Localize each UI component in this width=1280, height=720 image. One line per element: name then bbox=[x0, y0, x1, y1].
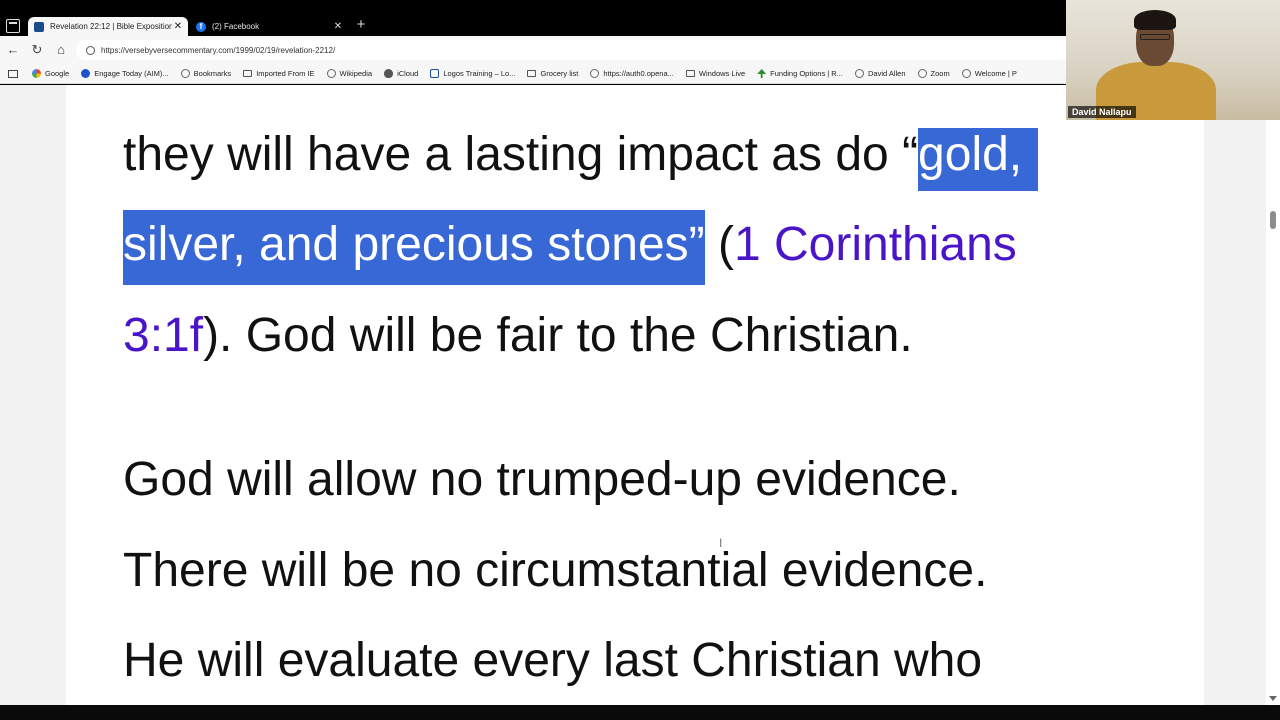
tab-actions-icon[interactable] bbox=[6, 19, 20, 33]
text-cursor-icon: I bbox=[719, 536, 723, 550]
scripture-link-3-1f[interactable]: 3:1f bbox=[123, 309, 203, 362]
page-scrollbar[interactable] bbox=[1266, 85, 1280, 705]
globe-icon bbox=[180, 69, 190, 78]
tab-revelation[interactable]: Revelation 22:12 | Bible Exposition ✕ bbox=[28, 17, 188, 36]
facebook-favicon-icon: f bbox=[196, 21, 206, 32]
bookmark-logos-training[interactable]: Logos Training – Lo... bbox=[430, 69, 515, 78]
tab-facebook[interactable]: f (2) Facebook ✕ bbox=[190, 17, 348, 36]
close-icon[interactable]: ✕ bbox=[332, 21, 344, 32]
bookmark-funding-options[interactable]: Funding Options | R... bbox=[757, 69, 843, 78]
leaf-icon bbox=[757, 69, 767, 78]
bookmark-bookmarks[interactable]: Bookmarks bbox=[180, 69, 231, 78]
article-line-5: There will be no circumstantial evidence… bbox=[123, 544, 988, 597]
scroll-down-icon[interactable] bbox=[1269, 696, 1277, 701]
logos-icon bbox=[430, 69, 440, 78]
webcam-video-tile: David Nallapu bbox=[1066, 0, 1280, 120]
address-bar[interactable]: https://versebyversecommentary.com/1999/… bbox=[76, 40, 1068, 60]
bookmark-imported-from-ie[interactable]: Imported From IE bbox=[243, 69, 315, 78]
globe-icon bbox=[854, 69, 864, 78]
bookmark-zoom[interactable]: Zoom bbox=[917, 69, 950, 78]
folder-icon bbox=[243, 70, 253, 77]
bookmark-david-allen[interactable]: David Allen bbox=[854, 69, 906, 78]
article-line-3: 3:1f). God will be fair to the Christian… bbox=[123, 309, 913, 362]
globe-icon bbox=[590, 69, 600, 78]
browser-toolbar: ← ↻ ⌂ https://versebyversecommentary.com… bbox=[0, 36, 1068, 64]
reload-icon[interactable]: ↻ bbox=[30, 43, 44, 57]
bookmark-grocery-list[interactable]: Grocery list bbox=[527, 69, 578, 78]
home-icon[interactable]: ⌂ bbox=[54, 43, 68, 57]
folder-icon bbox=[527, 70, 537, 77]
bookmark-wikipedia[interactable]: Wikipedia bbox=[326, 69, 372, 78]
folder-icon bbox=[685, 70, 695, 77]
url-text: https://versebyversecommentary.com/1999/… bbox=[101, 45, 336, 55]
aim-icon bbox=[81, 69, 91, 78]
tab-title: Revelation 22:12 | Bible Exposition bbox=[50, 22, 172, 31]
page-viewport: they will have a lasting impact as do “g… bbox=[0, 85, 1280, 705]
bookmarks-bar: Google Engage Today (AIM)... Bookmarks I… bbox=[0, 64, 1068, 84]
bookmark-engage-today[interactable]: Engage Today (AIM)... bbox=[81, 69, 169, 78]
article-line-1: they will have a lasting impact as do “g… bbox=[123, 125, 1039, 191]
scripture-link-1-corinthians[interactable]: 1 Corinthians bbox=[734, 218, 1017, 271]
bible-favicon-icon bbox=[34, 21, 44, 32]
article-line-2: silver, and precious stones” (1 Corinthi… bbox=[123, 210, 1017, 285]
article-line-6: He will evaluate every last Christian wh… bbox=[123, 634, 983, 687]
zoom-watermark: zoom bbox=[1098, 648, 1181, 681]
article-body: they will have a lasting impact as do “g… bbox=[66, 85, 1204, 705]
bookmark-welcome[interactable]: Welcome | P bbox=[961, 69, 1017, 78]
selected-text[interactable]: gold, bbox=[918, 128, 1039, 191]
globe-icon bbox=[326, 69, 336, 78]
sidebar-toggle-icon[interactable] bbox=[8, 69, 18, 78]
participant-video bbox=[1140, 34, 1170, 40]
bookmark-icloud[interactable]: iCloud bbox=[384, 69, 418, 78]
scrollbar-thumb[interactable] bbox=[1270, 211, 1276, 229]
close-icon[interactable]: ✕ bbox=[172, 21, 184, 32]
selected-text[interactable]: silver, and precious stones” bbox=[123, 210, 705, 285]
participant-name-label: David Nallapu bbox=[1068, 106, 1136, 118]
new-tab-button[interactable]: + bbox=[352, 16, 370, 34]
bottom-bar bbox=[0, 705, 1280, 720]
apple-icon bbox=[384, 69, 394, 78]
back-arrow-icon[interactable]: ← bbox=[6, 43, 20, 57]
bookmark-auth0[interactable]: https://auth0.opena... bbox=[590, 69, 674, 78]
globe-icon bbox=[917, 69, 927, 78]
site-info-icon[interactable] bbox=[86, 45, 95, 55]
participant-video bbox=[1134, 10, 1176, 30]
tab-title: (2) Facebook bbox=[212, 22, 260, 31]
bookmark-windows-live[interactable]: Windows Live bbox=[685, 69, 745, 78]
bookmark-google[interactable]: Google bbox=[32, 69, 69, 78]
google-icon bbox=[32, 69, 41, 78]
globe-icon bbox=[961, 69, 971, 78]
article-line-4: God will allow no trumped-up evidence. bbox=[123, 453, 961, 506]
